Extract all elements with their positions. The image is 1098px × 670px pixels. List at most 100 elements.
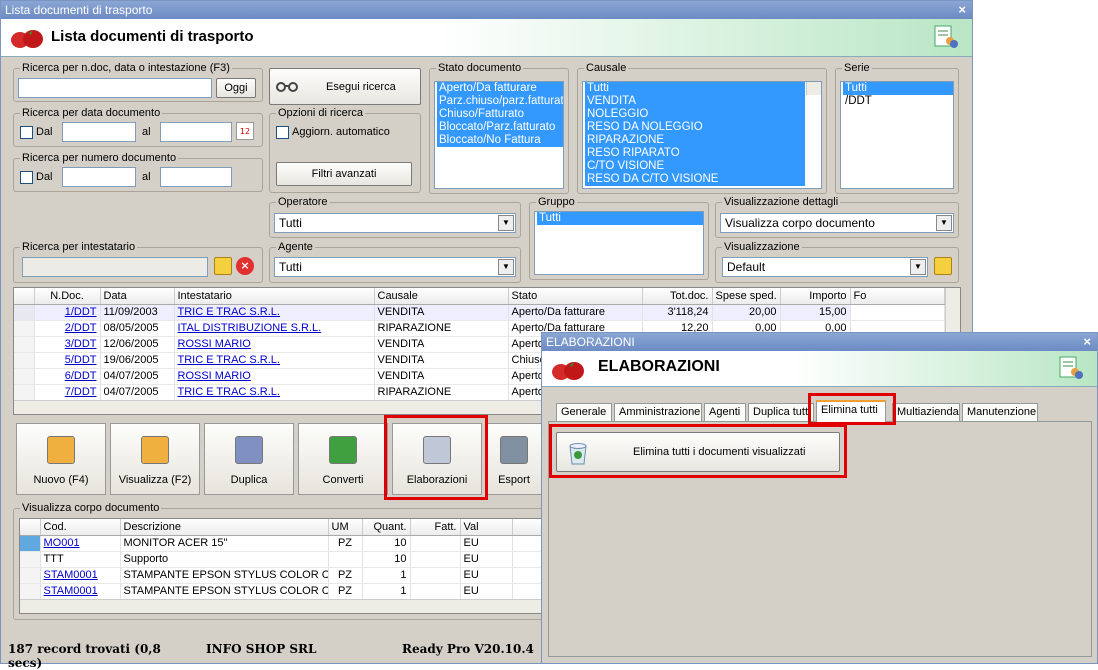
- body-col-header[interactable]: Descrizione: [120, 519, 329, 536]
- tab-agenti[interactable]: Agenti: [704, 403, 746, 421]
- grid-col-header[interactable]: Data: [100, 288, 175, 305]
- toolbar-button[interactable]: Converti: [298, 423, 388, 495]
- stato-list[interactable]: Aperto/Da fatturare Parz.chiuso/parz.fatt…: [434, 81, 564, 189]
- causale-item[interactable]: C/TO VISIONE: [585, 160, 805, 173]
- body-row[interactable]: TTTSupporto10EU100: [20, 551, 578, 568]
- auto-update-checkbox[interactable]: [276, 126, 289, 139]
- table-cell: ROSSI MARIO: [174, 368, 375, 385]
- stato-item[interactable]: Chiuso/Fatturato: [437, 108, 563, 121]
- toolbar-button[interactable]: Esport: [486, 423, 542, 495]
- table-cell: EU: [460, 567, 513, 584]
- body-row[interactable]: MO001MONITOR ACER 15"PZ10EU120: [20, 535, 578, 552]
- body-row[interactable]: STAM0001 STAMPANTE EPSON STYLUS COLOR C..…: [20, 567, 578, 584]
- table-cell: Aperto/Da fatturare: [508, 304, 643, 321]
- causale-item[interactable]: NOLEGGIO: [585, 108, 805, 121]
- row-indicator: [14, 304, 35, 321]
- close-icon[interactable]: ×: [958, 2, 966, 17]
- chevron-down-icon[interactable]: ▼: [910, 259, 926, 275]
- causale-item[interactable]: RIPARAZIONE: [585, 134, 805, 147]
- table-cell: PZ: [328, 583, 363, 600]
- body-row[interactable]: STAM0001 STAMPANTE EPSON STYLUS COLOR C..…: [20, 583, 578, 600]
- causale-scrollbar[interactable]: [806, 82, 821, 95]
- clear-icon[interactable]: ×: [236, 257, 254, 275]
- date-from-input[interactable]: [62, 122, 136, 142]
- grid-col-header[interactable]: Intestatario: [174, 288, 375, 305]
- body-col-header[interactable]: Val: [460, 519, 513, 536]
- causale-list[interactable]: Tutti VENDITA NOLEGGIO RESO DA NOLEGGIO RIPA…: [582, 81, 822, 189]
- causale-item[interactable]: RESO RIPARATO: [585, 147, 805, 160]
- table-cell: 10: [362, 535, 411, 552]
- toolbar-button[interactable]: Duplica: [204, 423, 294, 495]
- grid-col-header[interactable]: Causale: [374, 288, 509, 305]
- stato-item[interactable]: Bloccato/Parz.fatturato: [437, 121, 563, 134]
- stato-item[interactable]: Bloccato/No Fattura: [437, 134, 563, 147]
- date-to-input[interactable]: [160, 122, 232, 142]
- stato-item[interactable]: Aperto/Da fatturare: [437, 82, 563, 95]
- status-version: Ready Pro V20.10.4: [402, 642, 534, 656]
- search-ndoc-legend: Ricerca per n.doc, data o intestazione (…: [20, 62, 232, 74]
- table-cell: VENDITA: [374, 336, 509, 353]
- visualizzazione-select[interactable]: Default ▼: [722, 257, 928, 277]
- chevron-down-icon[interactable]: ▼: [936, 215, 952, 231]
- dialog-window-title: ELABORAZIONI: [546, 335, 635, 349]
- causale-item[interactable]: Tutti: [585, 82, 805, 95]
- stato-group: Stato documento Aperto/Da fatturare Parz.…: [429, 62, 569, 194]
- serie-group: Serie Tutti/DDT: [835, 62, 959, 194]
- tab-manutenzione[interactable]: Manutenzione: [962, 403, 1038, 421]
- number-from-input[interactable]: [62, 167, 136, 187]
- folder-icon[interactable]: [214, 257, 232, 275]
- number-to-input[interactable]: [160, 167, 232, 187]
- causale-item[interactable]: RESO DA NOLEGGIO: [585, 121, 805, 134]
- tab-multiazienda[interactable]: Multiazienda: [892, 403, 960, 421]
- table-row[interactable]: 1/DDT 11/09/2003 TRIC E TRAC S.R.L. VENDITA…: [14, 304, 945, 321]
- operatore-select[interactable]: Tutti ▼: [274, 213, 516, 233]
- search-button[interactable]: Esegui ricerca: [269, 68, 421, 105]
- grid-col-header[interactable]: Tot.doc.: [642, 288, 713, 305]
- gruppo-list[interactable]: Tutti: [534, 211, 704, 275]
- close-icon[interactable]: ×: [1083, 334, 1091, 349]
- chevron-down-icon[interactable]: ▼: [498, 259, 514, 275]
- grid-col-header[interactable]: Spese sped.: [712, 288, 781, 305]
- serie-list[interactable]: Tutti/DDT: [840, 81, 954, 189]
- toolbar-button[interactable]: Nuovo (F4): [16, 423, 106, 495]
- causale-item[interactable]: RESO DA C/TO VISIONE: [585, 173, 805, 186]
- folder-icon[interactable]: [934, 257, 952, 275]
- date-from-checkbox[interactable]: [20, 126, 33, 139]
- grid-col-header[interactable]: Importo: [780, 288, 851, 305]
- advanced-filters-button[interactable]: Filtri avanzati: [276, 162, 412, 186]
- agente-select[interactable]: Tutti ▼: [274, 257, 516, 277]
- grid-col-header[interactable]: N.Doc.: [34, 288, 101, 305]
- table-cell: 6/DDT: [34, 368, 101, 385]
- tab-amministrazione[interactable]: Amministrazione: [614, 403, 702, 421]
- body-col-header[interactable]: UM: [328, 519, 363, 536]
- today-button[interactable]: Oggi: [216, 78, 256, 98]
- tab-generale[interactable]: Generale: [556, 403, 612, 421]
- row-indicator: [20, 583, 41, 600]
- table-cell: 04/07/2005: [100, 384, 175, 401]
- chevron-down-icon[interactable]: ▼: [498, 215, 514, 231]
- gruppo-item[interactable]: Tutti: [537, 212, 703, 225]
- causale-item[interactable]: VENDITA: [585, 95, 805, 108]
- intestatario-input[interactable]: [22, 257, 208, 277]
- grid-col-header[interactable]: Fo: [850, 288, 945, 305]
- calendar-icon[interactable]: 12: [236, 122, 254, 140]
- serie-item[interactable]: /DDT: [843, 95, 953, 108]
- table-cell: 1/DDT: [34, 304, 101, 321]
- number-from-checkbox[interactable]: [20, 171, 33, 184]
- date-dal-label: Dal: [36, 126, 53, 138]
- stato-item[interactable]: Parz.chiuso/parz.fatturato: [437, 95, 563, 108]
- vis-dettagli-select[interactable]: Visualizza corpo documento ▼: [720, 213, 954, 233]
- serie-item[interactable]: Tutti: [843, 82, 953, 95]
- grid-col-header[interactable]: Stato: [508, 288, 643, 305]
- convert-icon: [329, 436, 357, 464]
- body-col-header[interactable]: Quant.: [362, 519, 411, 536]
- tab-duplica-tutti[interactable]: Duplica tutti: [748, 403, 814, 421]
- body-hscrollbar[interactable]: [20, 599, 578, 613]
- toolbar-button[interactable]: Visualizza (F2): [110, 423, 200, 495]
- body-col-header[interactable]: Fatt.: [410, 519, 461, 536]
- gruppo-legend: Gruppo: [536, 196, 577, 208]
- body-col-header[interactable]: Cod.: [40, 519, 121, 536]
- body-grid[interactable]: Cod.DescrizioneUMQuant.Fatt.ValPrez MO00…: [19, 518, 579, 614]
- view-document-icon: [141, 436, 169, 464]
- search-ndoc-input[interactable]: [18, 78, 212, 98]
